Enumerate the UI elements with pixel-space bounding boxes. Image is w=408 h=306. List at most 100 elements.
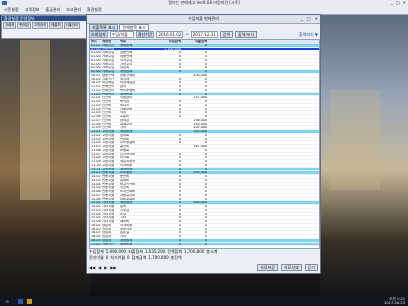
maximize-button[interactable]: □ [396,0,400,6]
system-clock[interactable]: 오전 1:21 2017-06-23 [384,297,408,305]
table-cell: 0 [178,205,181,208]
menu-item[interactable]: 고객정보 [23,6,42,14]
table-cell: 0 [178,231,181,234]
menu-item[interactable]: 출금관리 [43,6,62,14]
table-cell: 0 [204,186,207,189]
table-cell [156,149,182,152]
last-record-button[interactable]: ▶▶ [110,265,116,270]
table-cell: 여비교통비 [120,197,136,201]
table-cell: 판매관리 [102,88,115,92]
first-record-button[interactable]: ◀◀ [89,265,95,270]
table-cell: 0 [204,100,207,103]
menu-item[interactable]: 환경설정 [85,6,104,14]
table-cell: 0 [178,242,181,246]
table-cell: 0 [178,85,181,88]
table-cell: 0 [178,66,181,69]
table-cell [156,74,182,77]
date-from-input[interactable]: 2016.01.02 [156,31,184,38]
search-button[interactable]: 검색 [219,31,234,38]
table-cell: 거래수입 [102,66,115,69]
table-row[interactable]: 17-01 거래기간 계정합계 0 0 [90,242,319,247]
side-button[interactable]: 지출관리 [63,22,81,29]
table-cell: 0 [204,107,207,111]
prev-record-button[interactable]: ◀ [98,265,101,270]
table-cell: 0 [178,160,181,163]
table-cell: 기타 [120,235,127,238]
table-cell: 13-06 [91,148,101,152]
maximize-button[interactable]: □ [307,15,311,23]
windows-start-icon[interactable]: ⊞ [0,296,14,306]
table-cell: 0 [178,156,181,159]
table-cell: 고정지출 [102,152,115,156]
table-cell: 267,400 [193,145,207,148]
table-cell: 0 [204,77,207,81]
table-cell: 거래수입 [102,70,115,73]
table-cell: 판매관리 [102,85,115,88]
table-cell: 10-01 [91,73,101,77]
table-cell: 판매관리 [102,92,115,96]
table-cell: 10-02 [91,77,101,81]
table-cell: 인건비 [102,96,112,99]
table-cell: 15-02 [91,205,101,208]
close-button[interactable]: × [315,15,318,23]
table-cell: 기타수입 [120,62,133,66]
table-cell: 15-04 [91,212,101,216]
table-cell [156,96,182,99]
table-cell: 계정합계 [120,43,133,47]
next-record-button[interactable]: ▶ [104,265,107,270]
minimize-button[interactable]: _ [391,0,393,6]
table-cell: 0 [204,182,207,186]
window-title: 수입지출 현재관리 [87,15,320,24]
menu-item[interactable]: 보고관리 [64,6,83,14]
balance-total-value: 1,700,800 [183,249,205,254]
table-cell: 0 [178,220,181,223]
app-taskbar-icon[interactable] [18,298,23,304]
table-cell: 계정합계 [120,92,133,96]
tab-all[interactable]: 전체항목 표시 [119,24,149,31]
table-cell: 0 [204,148,207,152]
table-cell: 14-08 [91,197,101,201]
ledger-table: 코드 계정명 적요 수입금액 지출금액 01-01 거래기간 계정합계 0 01-00 상… [89,39,320,249]
table-cell: 16-01 [91,223,101,227]
table-cell: 0 [178,175,181,178]
save-button[interactable]: 자료저장 [257,263,278,271]
table-cell: 01-00 [91,47,101,51]
table-cell: 접대비 [120,178,130,182]
table-cell: 0 [178,186,181,189]
table-cell: 17-01 [91,242,101,246]
table-cell: 14-03 [91,178,101,182]
close-button[interactable]: × [403,0,406,6]
minimize-button[interactable]: _ [301,15,303,23]
table-cell: 거래기간 [102,43,115,47]
table-cell: 상품판매 [120,51,133,54]
type-select[interactable]: 수입/지출 [109,31,134,38]
side-button[interactable]: 매출처 [49,22,63,29]
table-cell: 0 [204,66,207,69]
table-cell [120,48,156,51]
print-link[interactable]: 출력하기 ▼ [299,32,318,38]
table-cell: 교통비 [120,115,130,118]
table-cell: 거래수입 [102,55,115,58]
table-cell: 14-02 [91,175,101,178]
table-cell: 0 [204,212,207,216]
table-cell: 0 [204,88,207,92]
table-cell [156,119,182,122]
print-button[interactable]: 출력/보기 [235,31,258,38]
table-cell: 영업외 [102,227,112,231]
date-label: 결산기간 [135,31,155,38]
table-cell: 감가상각비 [120,152,136,156]
table-cell: 예비비 [120,220,130,223]
menu-item[interactable]: 시즌설정 [2,6,21,14]
close-window-button[interactable]: 닫기 [304,263,318,271]
table-cell: 0 [204,216,207,219]
side-button[interactable]: 고객관리 [31,22,49,29]
delete-button[interactable]: 자료삭제 [280,263,302,271]
side-button[interactable]: 판매입 [17,22,31,29]
date-to-input[interactable]: 2017.12.31 [190,31,218,38]
table-cell: 0 [178,182,181,186]
table-cell: 0 [178,201,181,204]
side-button[interactable]: 거래처 [3,22,17,29]
tab-list[interactable]: 지출목록 표시 [89,24,119,31]
folder-taskbar-icon[interactable] [27,298,32,304]
table-cell: 0 [204,137,207,141]
